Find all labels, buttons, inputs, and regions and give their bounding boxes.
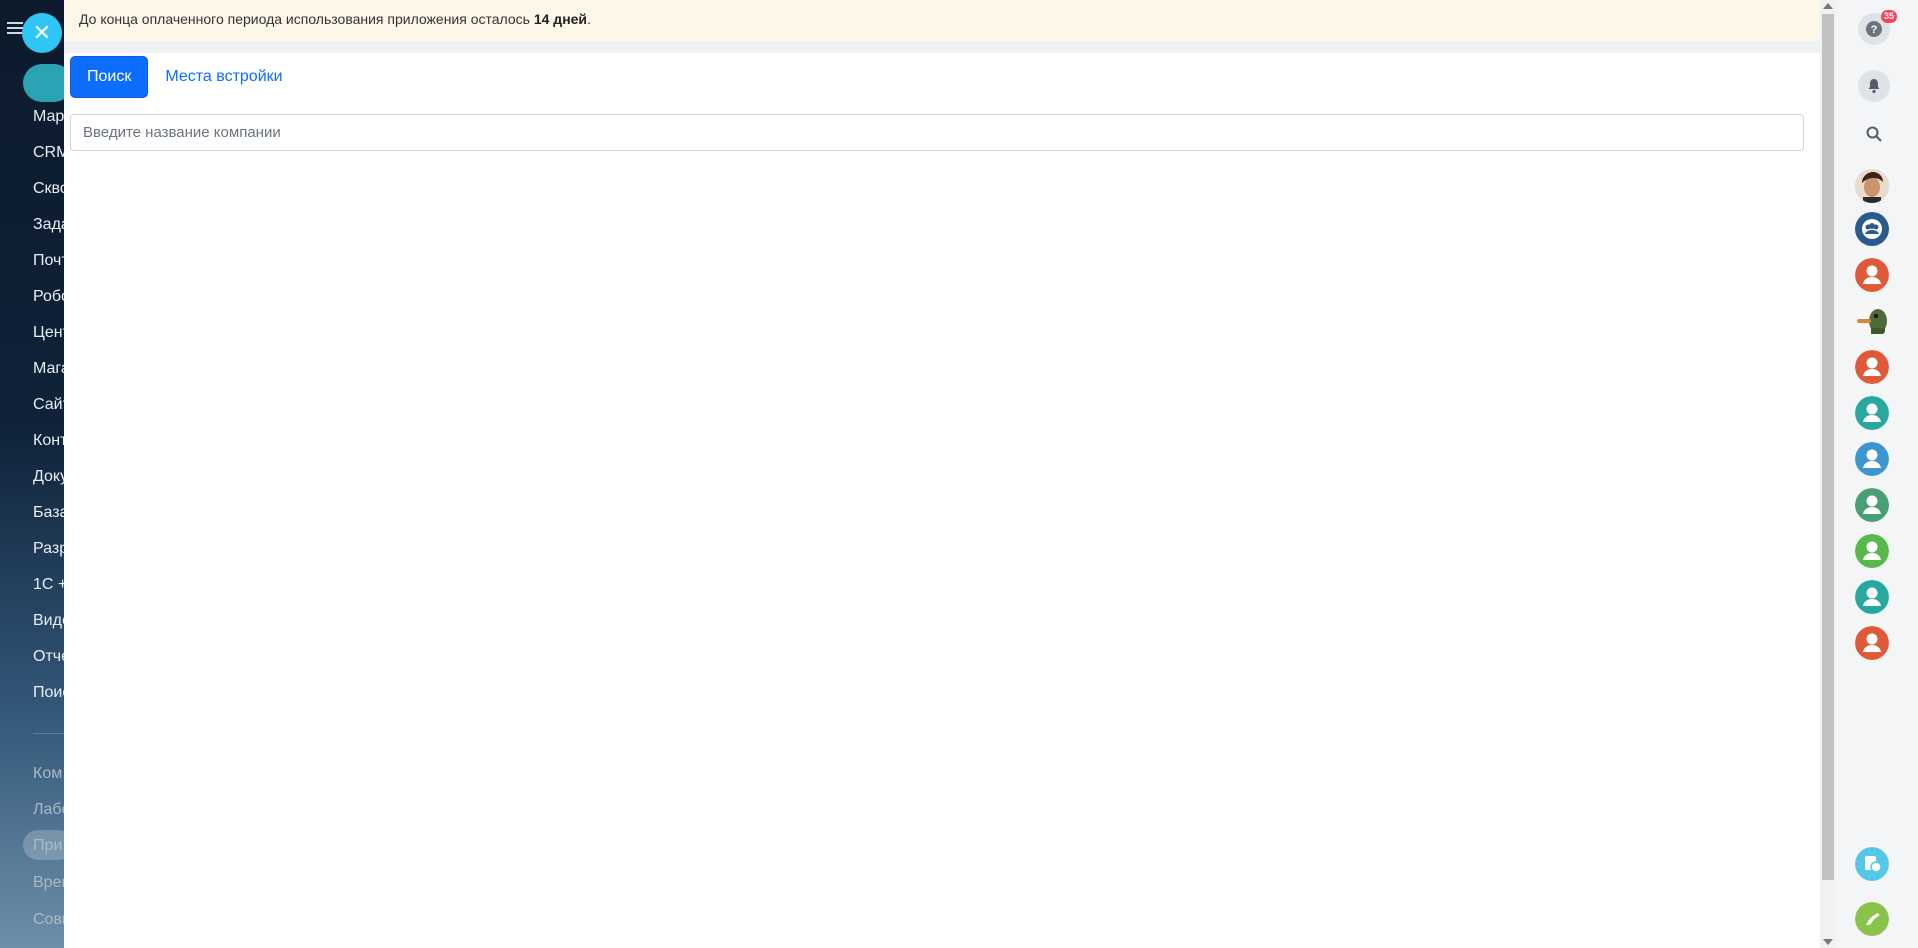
sidebar-item[interactable]: Ком xyxy=(33,765,62,783)
tabs: Поиск Места встройки xyxy=(70,56,283,98)
user-avatar[interactable] xyxy=(1855,580,1889,614)
background-sidebar: Мар CRM Скво Зада Почт Робо Цент Мага Са… xyxy=(0,0,70,948)
scrollbar[interactable] xyxy=(1820,0,1836,948)
search-icon[interactable] xyxy=(1858,118,1890,150)
sidebar-item[interactable]: 1С + xyxy=(33,576,67,594)
user-avatar[interactable] xyxy=(1855,626,1889,660)
tab-placements[interactable]: Места встройки xyxy=(165,68,282,86)
user-avatar[interactable] xyxy=(1855,488,1889,522)
user-avatar[interactable] xyxy=(1855,396,1889,430)
right-bar: ? 35 xyxy=(1836,0,1918,948)
close-button[interactable]: ✕ xyxy=(22,13,62,53)
sidebar-item[interactable]: Конт xyxy=(33,432,67,450)
notice-text: До конца оплаченного периода использован… xyxy=(79,11,534,27)
user-avatar[interactable] xyxy=(1855,350,1889,384)
sidebar-item[interactable]: Разр xyxy=(33,540,68,558)
bell-icon[interactable] xyxy=(1858,70,1890,102)
sidebar-pill xyxy=(23,64,70,102)
user-avatar[interactable] xyxy=(1855,534,1889,568)
notice-period: . xyxy=(587,11,591,27)
user-avatar[interactable] xyxy=(1855,442,1889,476)
sidebar-item[interactable]: Доку xyxy=(33,468,68,486)
tab-search[interactable]: Поиск xyxy=(70,56,149,98)
scroll-up-icon[interactable] xyxy=(1823,3,1833,9)
phone-icon[interactable] xyxy=(1855,902,1889,936)
app-panel: До конца оплаченного периода использован… xyxy=(64,0,1820,948)
hamburger-icon[interactable] xyxy=(7,22,23,34)
help-badge: 35 xyxy=(1881,10,1898,23)
group-chat-avatar[interactable] xyxy=(1855,212,1889,246)
avatar-photo[interactable] xyxy=(1855,169,1889,203)
user-avatar[interactable] xyxy=(1855,258,1889,292)
company-search-input[interactable] xyxy=(70,114,1804,151)
scroll-thumb[interactable] xyxy=(1822,14,1834,880)
scroll-down-icon[interactable] xyxy=(1823,939,1833,945)
avatar-image[interactable] xyxy=(1855,304,1889,338)
close-icon: ✕ xyxy=(32,20,52,45)
subscription-notice: До конца оплаченного периода использован… xyxy=(64,0,1820,53)
sidebar-item[interactable]: Мар xyxy=(33,108,64,126)
svg-text:?: ? xyxy=(1871,24,1878,36)
support-chat-icon[interactable] xyxy=(1855,847,1889,881)
notice-days: 14 дней xyxy=(533,11,588,27)
sidebar-item[interactable]: При xyxy=(33,837,62,855)
